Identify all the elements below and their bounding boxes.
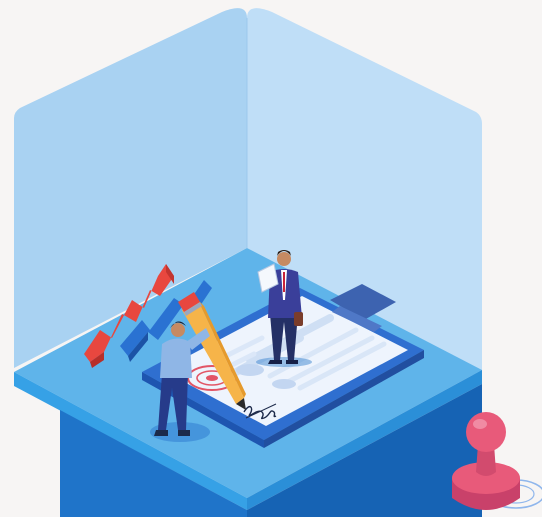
contract-illustration xyxy=(0,0,542,517)
